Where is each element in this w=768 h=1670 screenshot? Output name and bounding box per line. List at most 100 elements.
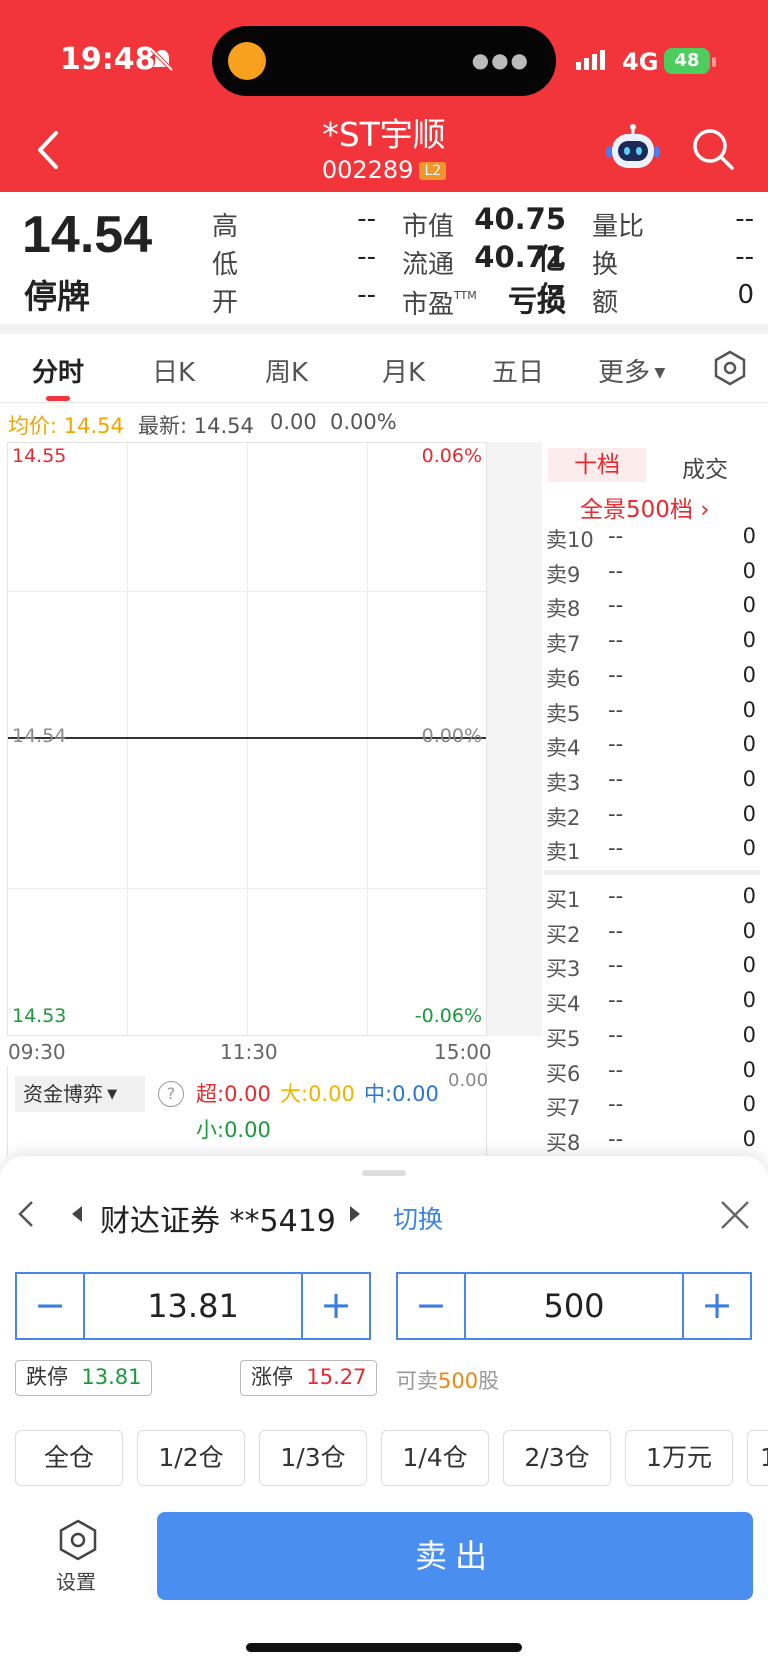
- position-10k-yuan-button[interactable]: 1万元: [625, 1430, 733, 1486]
- chart-mid-pct: 0.00%: [421, 725, 482, 747]
- intraday-chart[interactable]: 14.55 0.06% 14.54 0.00% 14.53 -0.06%: [7, 442, 487, 1036]
- account-name: 财达证券 **5419: [100, 1204, 336, 1239]
- quantity-input[interactable]: 500: [464, 1274, 684, 1338]
- tab-monthly-k[interactable]: 月K: [382, 352, 425, 389]
- qty-plus-button[interactable]: +: [684, 1274, 750, 1338]
- sell-level-price: --: [608, 697, 624, 722]
- next-account-icon[interactable]: [350, 1206, 360, 1222]
- tab-daily-k[interactable]: 日K: [152, 352, 195, 389]
- price-input[interactable]: 13.81: [83, 1274, 303, 1338]
- sell-level-price: --: [608, 732, 624, 757]
- current-price: 14.54: [22, 206, 153, 264]
- sell-level-volume: 0: [742, 593, 756, 618]
- price-line: [8, 737, 486, 739]
- chart-top-price: 14.55: [12, 445, 67, 467]
- full-depth-link[interactable]: 全景500档 ›: [580, 490, 709, 524]
- close-icon[interactable]: [718, 1198, 752, 1232]
- dynamic-island: ●●●: [212, 26, 556, 96]
- sell-level-volume: 0: [742, 836, 756, 861]
- vol-ratio-value: --: [735, 204, 754, 234]
- fund-game-dropdown[interactable]: 资金博弈 ▼: [15, 1076, 145, 1112]
- limit-down-value: 13.81: [81, 1365, 142, 1389]
- chart-bottom-pct: -0.06%: [414, 1005, 482, 1027]
- tab-five-day[interactable]: 五日: [492, 352, 544, 389]
- network-type: 4G: [622, 48, 659, 76]
- vol-ratio-label: 量比: [592, 212, 645, 242]
- avg-price-label: 均价: 14.54: [8, 414, 124, 438]
- price-minus-button[interactable]: −: [17, 1274, 83, 1338]
- qty-minus-button[interactable]: −: [398, 1274, 464, 1338]
- open-value: --: [357, 280, 376, 310]
- sell-level-volume: 0: [742, 558, 756, 583]
- settings-icon[interactable]: [56, 1518, 100, 1562]
- back-icon[interactable]: [14, 1196, 38, 1232]
- buy-level-price: --: [608, 918, 624, 943]
- buy-level-price: --: [608, 884, 624, 908]
- grid-line: [247, 443, 248, 1035]
- grid-line: [8, 888, 486, 889]
- grid-line: [367, 443, 368, 1035]
- sell-level-volume: 0: [742, 697, 756, 722]
- dropdown-caret-icon: ▼: [103, 1087, 118, 1102]
- buy-level-price: --: [608, 953, 624, 978]
- mktcap-label: 市值: [402, 212, 455, 242]
- position-half-button[interactable]: 1/2仓: [137, 1430, 245, 1486]
- position-full-button[interactable]: 全仓: [15, 1430, 123, 1486]
- grid-line: [127, 443, 128, 1035]
- sell-level-volume: 0: [742, 801, 756, 826]
- sell-level-label: 卖2: [546, 805, 581, 830]
- mail-app-icon: [228, 42, 266, 80]
- position-two-thirds-button[interactable]: 2/3仓: [503, 1430, 611, 1486]
- home-indicator[interactable]: [246, 1643, 522, 1652]
- buy-level-volume: 0: [742, 1092, 756, 1117]
- buy-level-volume: 0: [742, 1057, 756, 1082]
- chart-mid-price: 14.54: [12, 725, 67, 747]
- sell-level-label: 卖5: [546, 701, 581, 726]
- chart-right-margin: [487, 442, 542, 1036]
- tab-bottom-line: [0, 402, 768, 403]
- latest-price-label: 最新: 14.54: [138, 414, 254, 438]
- tab-ten-levels[interactable]: 十档: [548, 448, 646, 482]
- switch-account-button[interactable]: 切换: [393, 1200, 443, 1236]
- sell-level-label: 卖9: [546, 562, 581, 587]
- position-quarter-button[interactable]: 1/4仓: [381, 1430, 489, 1486]
- limit-down-tag[interactable]: 跌停 13.81: [15, 1360, 153, 1396]
- position-more-button[interactable]: 1: [747, 1430, 768, 1486]
- tab-intraday[interactable]: 分时: [32, 352, 84, 389]
- change-value: 0.00: [270, 410, 317, 434]
- sell-level-volume: 0: [742, 628, 756, 653]
- buy-level-label: 买3: [546, 957, 581, 982]
- settings-label: 设置: [56, 1570, 96, 1594]
- section-divider: [0, 324, 768, 334]
- chart-bottom-price: 14.53: [12, 1005, 67, 1027]
- sell-button[interactable]: 卖出: [157, 1512, 753, 1600]
- sell-level-label: 卖4: [546, 736, 581, 761]
- buy-level-price: --: [608, 1022, 624, 1047]
- price-plus-button[interactable]: +: [303, 1274, 369, 1338]
- tab-transactions[interactable]: 成交: [682, 450, 728, 484]
- robot-assistant-icon[interactable]: [606, 124, 660, 174]
- limit-up-tag[interactable]: 涨停 15.27: [240, 1360, 378, 1396]
- battery-tip: [712, 57, 716, 67]
- search-icon[interactable]: [690, 126, 736, 172]
- time-label-close: 15:00: [434, 1040, 492, 1064]
- help-icon[interactable]: ?: [158, 1081, 184, 1107]
- position-third-button[interactable]: 1/3仓: [259, 1430, 367, 1486]
- fund-scale-value: 0.00: [448, 1070, 489, 1091]
- sell-level-label: 卖6: [546, 666, 581, 691]
- tab-weekly-k[interactable]: 周K: [265, 352, 308, 389]
- time-label-open: 09:30: [8, 1040, 66, 1064]
- tab-more[interactable]: 更多 ▼: [598, 352, 665, 389]
- sell-level-price: --: [608, 662, 624, 687]
- sell-level-price: --: [608, 766, 624, 791]
- open-label: 开: [212, 288, 239, 318]
- sheet-handle[interactable]: [362, 1170, 406, 1176]
- prev-account-icon[interactable]: [72, 1206, 82, 1222]
- buy-level-label: 买8: [546, 1130, 581, 1155]
- status-time: 19:48: [60, 42, 156, 77]
- fund-super: 超:0.00: [196, 1082, 271, 1106]
- chart-settings-icon[interactable]: [712, 350, 748, 386]
- dropdown-caret-icon: ▼: [650, 365, 666, 381]
- fund-mid: 中:0.00: [364, 1082, 439, 1106]
- sell-level-volume: 0: [742, 766, 756, 791]
